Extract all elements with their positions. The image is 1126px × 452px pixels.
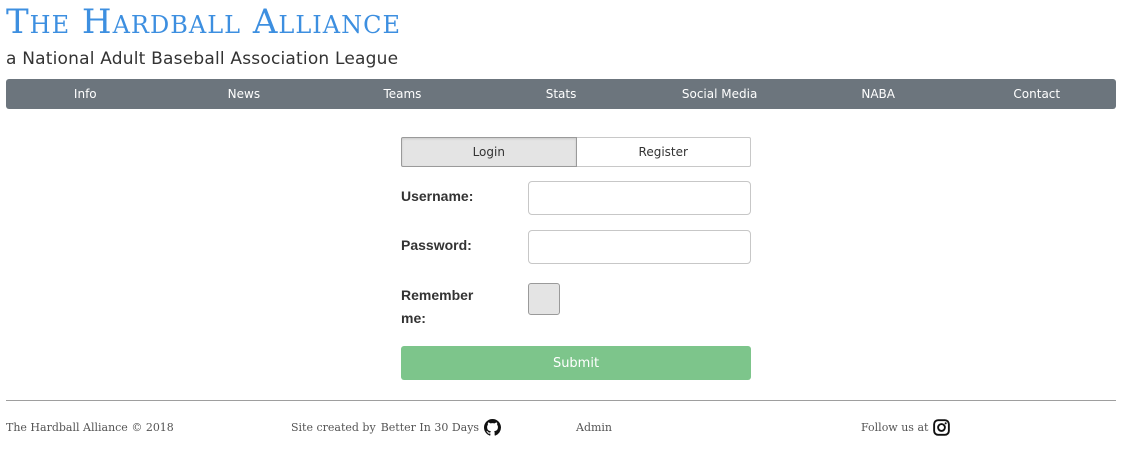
footer-follow: Follow us at: [861, 419, 951, 437]
password-input[interactable]: [528, 230, 751, 264]
nav-item-stats[interactable]: Stats: [482, 87, 641, 101]
auth-tabs: Login Register: [401, 137, 751, 167]
main-navbar: Info News Teams Stats Social Media NABA …: [6, 79, 1116, 109]
remember-me-label: Remember me:: [401, 287, 474, 326]
nav-item-news[interactable]: News: [165, 87, 324, 101]
submit-button[interactable]: Submit: [401, 346, 751, 380]
nav-item-naba[interactable]: NABA: [799, 87, 958, 101]
site-title: The Hardball Alliance: [6, 2, 402, 42]
nav-item-info[interactable]: Info: [6, 87, 165, 101]
username-input[interactable]: [528, 181, 751, 215]
tab-register[interactable]: Register: [576, 137, 751, 167]
site-subtitle: a National Adult Baseball Association Le…: [6, 49, 399, 69]
username-label: Username:: [401, 188, 474, 204]
follow-label: Follow us at: [861, 421, 929, 434]
footer-copyright: The Hardball Alliance © 2018: [6, 421, 174, 434]
instagram-icon[interactable]: [933, 419, 951, 437]
footer-admin-link[interactable]: Admin: [576, 421, 612, 435]
nav-item-contact[interactable]: Contact: [957, 87, 1116, 101]
github-icon[interactable]: [484, 419, 502, 437]
tab-login[interactable]: Login: [401, 137, 577, 167]
nav-item-teams[interactable]: Teams: [323, 87, 482, 101]
remember-me-checkbox[interactable]: [528, 283, 560, 315]
credit-prefix: Site created by: [291, 421, 376, 434]
nav-item-social-media[interactable]: Social Media: [640, 87, 799, 101]
footer-credit: Site created by Better In 30 Days: [291, 419, 502, 437]
password-label: Password:: [401, 237, 472, 253]
credit-link[interactable]: Better In 30 Days: [381, 421, 479, 435]
footer-divider: [6, 400, 1116, 401]
